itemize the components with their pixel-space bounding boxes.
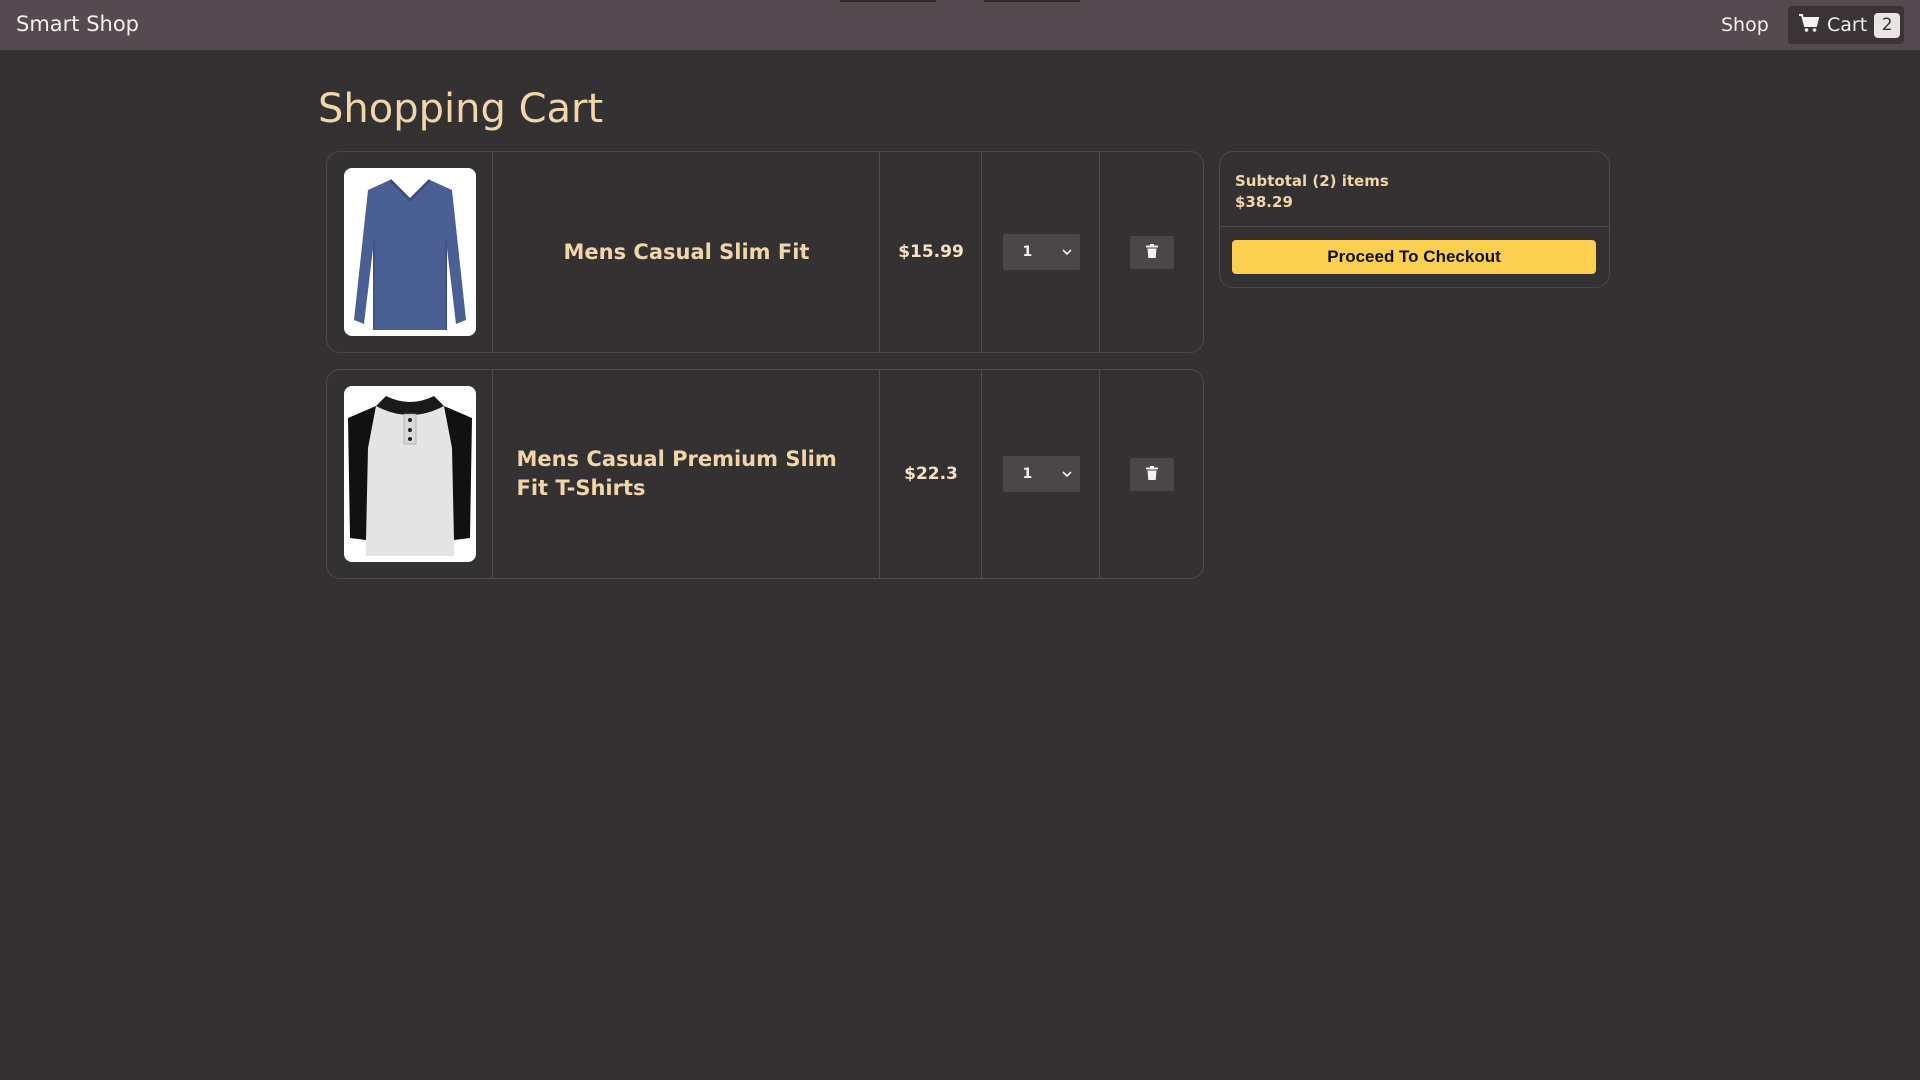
product-price: $22.3	[904, 464, 958, 484]
delete-cell	[1099, 370, 1204, 578]
product-image-cell	[327, 370, 492, 578]
product-name-cell: Mens Casual Slim Fit	[492, 152, 880, 352]
nav-shop-link[interactable]: Shop	[1721, 14, 1769, 36]
quantity-cell: 1	[981, 152, 1100, 352]
product-price-cell: $15.99	[879, 152, 982, 352]
product-image[interactable]	[343, 168, 476, 336]
cart-count-badge: 2	[1874, 12, 1901, 38]
subtotal-label: Subtotal (2) items	[1235, 172, 1389, 190]
subtotal-value: $38.29	[1235, 193, 1293, 211]
summary-divider	[1220, 226, 1609, 227]
product-name[interactable]: Mens Casual Premium Slim Fit T-Shirts	[517, 445, 857, 503]
nav-progress-segment	[840, 0, 936, 2]
product-price-cell: $22.3	[879, 370, 982, 578]
delete-item-button[interactable]	[1130, 457, 1174, 491]
cart-label: Cart	[1827, 14, 1868, 36]
trash-icon	[1146, 465, 1158, 484]
product-name[interactable]: Mens Casual Slim Fit	[564, 238, 810, 267]
quantity-value: 1	[1022, 244, 1033, 260]
quantity-select[interactable]: 1	[1002, 456, 1080, 492]
delete-item-button[interactable]	[1130, 235, 1174, 269]
blue-long-sleeve-shirt-image	[353, 178, 466, 330]
chevron-down-icon	[1061, 466, 1072, 482]
cart-item: Mens Casual Premium Slim Fit T-Shirts $2…	[326, 369, 1204, 579]
quantity-value: 1	[1022, 466, 1033, 482]
order-summary: Subtotal (2) items $38.29 Proceed To Che…	[1219, 151, 1610, 288]
trash-icon	[1146, 243, 1158, 262]
brand-logo[interactable]: Smart Shop	[16, 12, 139, 36]
product-price: $15.99	[898, 242, 964, 262]
proceed-to-checkout-button[interactable]: Proceed To Checkout	[1232, 240, 1596, 274]
quantity-select[interactable]: 1	[1002, 234, 1080, 270]
delete-cell	[1099, 152, 1204, 352]
product-image[interactable]	[343, 386, 476, 562]
subtotal-block: Subtotal (2) items $38.29	[1235, 171, 1389, 213]
cart-item: Mens Casual Slim Fit $15.99 1	[326, 151, 1204, 353]
navbar: Smart Shop Shop Cart 2	[0, 0, 1920, 50]
chevron-down-icon	[1061, 244, 1072, 260]
raglan-henley-shirt-image	[347, 396, 472, 556]
product-name-cell: Mens Casual Premium Slim Fit T-Shirts	[492, 370, 880, 578]
shopping-cart-icon	[1798, 13, 1820, 37]
quantity-cell: 1	[981, 370, 1100, 578]
page-title: Shopping Cart	[318, 86, 604, 132]
nav-progress-segment	[984, 0, 1080, 2]
nav-cart-link[interactable]: Cart 2	[1788, 6, 1904, 44]
product-image-cell	[327, 152, 492, 352]
